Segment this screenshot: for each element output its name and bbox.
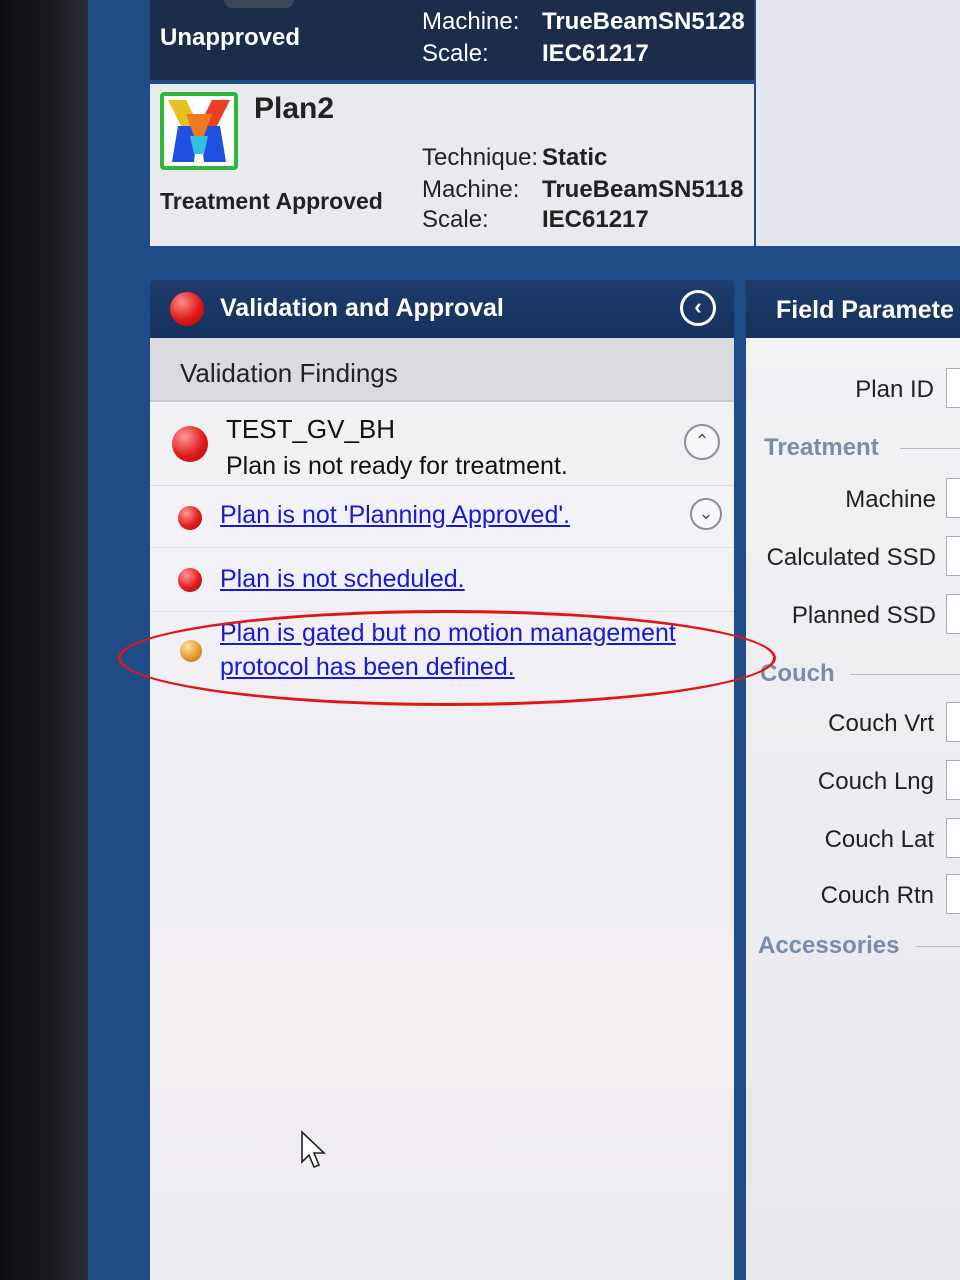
error-dot-icon [178, 568, 202, 592]
finding-item: Plan is not 'Planning Approved'. ⌄ [150, 486, 734, 548]
section-divider [850, 674, 960, 675]
plan-name: Plan2 [254, 92, 335, 125]
plan-id-field[interactable] [946, 368, 960, 408]
monitor-bezel [0, 0, 88, 1280]
plan-status: Unapproved [160, 24, 301, 51]
error-dot-icon [178, 506, 202, 530]
field-parameters-header: Field Paramete [746, 280, 960, 338]
scale-value: IEC61217 [542, 40, 649, 67]
plan-list-background [756, 0, 960, 246]
couch-vrt-field[interactable] [946, 702, 960, 742]
plan-card-plan2[interactable]: Plan2 Treatment Approved Technique: Stat… [150, 84, 754, 246]
mouse-cursor-icon [300, 1130, 328, 1175]
machine-label: Machine [845, 486, 936, 513]
findings-title: Validation Findings [180, 358, 398, 388]
annotation-ellipse [118, 610, 776, 706]
scale-label: Scale: [422, 40, 489, 67]
calculated-ssd-field[interactable] [946, 536, 960, 576]
plan-icon [160, 92, 238, 170]
finding-group[interactable]: TEST_GV_BH Plan is not ready for treatme… [150, 404, 734, 486]
field-parameters-title: Field Paramete [776, 296, 954, 324]
error-status-icon [170, 292, 204, 326]
finding-group-subtitle: Plan is not ready for treatment. [226, 452, 568, 480]
planned-ssd-field[interactable] [946, 594, 960, 634]
couch-lat-field[interactable] [946, 818, 960, 858]
calculated-ssd-label: Calculated SSD [766, 544, 936, 571]
plan-status: Treatment Approved [160, 188, 383, 214]
validation-panel-body: Validation Findings TEST_GV_BH Plan is n… [150, 338, 734, 1280]
machine-field[interactable] [946, 478, 960, 518]
couch-rtn-field[interactable] [946, 874, 960, 914]
couch-lng-label: Couch Lng [817, 768, 934, 795]
plan-icon [224, 0, 294, 8]
validation-panel-title: Validation and Approval [220, 294, 504, 322]
accessories-section-title: Accessories [758, 932, 900, 959]
findings-header: Validation Findings [150, 338, 734, 402]
machine-label: Machine: [422, 8, 520, 35]
finding-item: Plan is not scheduled. [150, 548, 734, 612]
plan-id-label: Plan ID [855, 376, 934, 403]
validation-panel-header: Validation and Approval ‹ [150, 280, 734, 338]
chevron-down-icon[interactable]: ⌄ [690, 498, 722, 530]
finding-link[interactable]: Plan is not scheduled. [220, 562, 465, 596]
finding-link[interactable]: Plan is not 'Planning Approved'. [220, 498, 570, 532]
technique-label: Technique: [422, 144, 539, 171]
chevron-up-icon[interactable]: ⌃ [684, 424, 720, 460]
error-dot-icon [172, 426, 208, 462]
couch-lng-field[interactable] [946, 760, 960, 800]
finding-group-title: TEST_GV_BH [226, 414, 396, 444]
machine-label: Machine: [422, 176, 520, 203]
scale-label: Scale: [422, 206, 489, 233]
couch-vrt-label: Couch Vrt [828, 710, 934, 737]
couch-lat-label: Couch Lat [824, 826, 934, 853]
plan-card-unapproved[interactable]: Unapproved Machine: TrueBeamSN5128 Scale… [150, 0, 754, 80]
planned-ssd-label: Planned SSD [791, 602, 936, 629]
chevron-left-icon[interactable]: ‹ [680, 290, 716, 326]
treatment-section-title: Treatment [764, 434, 879, 461]
field-parameters-body: Plan ID Treatment Machine Calculated SSD… [746, 338, 960, 1280]
section-divider [916, 946, 960, 947]
technique-value: Static [542, 144, 608, 171]
section-divider [900, 448, 960, 449]
scale-value: IEC61217 [542, 206, 649, 233]
machine-value: TrueBeamSN5128 [542, 8, 745, 35]
couch-rtn-label: Couch Rtn [820, 882, 934, 909]
machine-value: TrueBeamSN5118 [542, 176, 744, 203]
